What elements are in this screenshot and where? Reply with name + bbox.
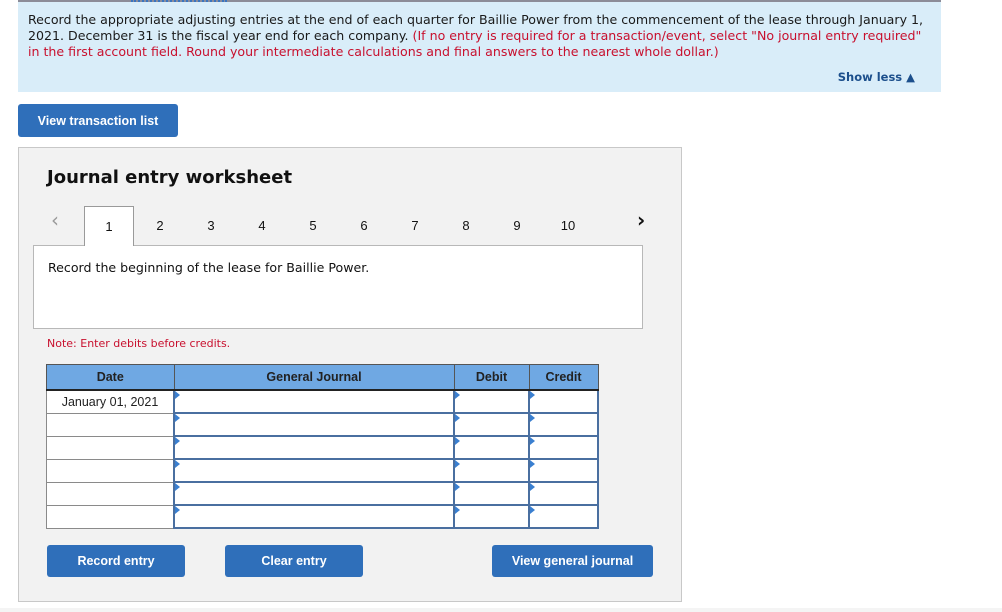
- table-row: [46, 504, 599, 529]
- tab-5[interactable]: 5: [288, 206, 338, 244]
- debit-input[interactable]: [455, 483, 528, 504]
- debit-input[interactable]: [455, 506, 528, 527]
- tab-1[interactable]: 1: [84, 206, 134, 246]
- entry-tabs: ‹ 1 2 3 4 5 6 7 8 9 10 ›: [19, 206, 683, 246]
- table-header-row: Date General Journal Debit Credit: [46, 364, 599, 391]
- journal-entry-worksheet: Journal entry worksheet ‹ 1 2 3 4 5 6 7 …: [18, 147, 682, 602]
- clear-entry-button[interactable]: Clear entry: [225, 545, 363, 577]
- account-cell[interactable]: [173, 412, 455, 437]
- debit-input[interactable]: [455, 437, 528, 458]
- tab-9[interactable]: 9: [492, 206, 542, 244]
- debit-input[interactable]: [455, 391, 528, 412]
- account-input[interactable]: [175, 437, 453, 458]
- credit-cell[interactable]: [528, 435, 599, 460]
- credit-input[interactable]: [530, 414, 597, 435]
- chevron-left-icon[interactable]: ‹: [51, 208, 59, 232]
- debit-cell[interactable]: [453, 435, 530, 460]
- account-cell[interactable]: [173, 389, 455, 414]
- debit-cell[interactable]: [453, 389, 530, 414]
- debit-cell[interactable]: [453, 481, 530, 506]
- account-input[interactable]: [175, 483, 453, 504]
- show-less-link[interactable]: Show less ▲: [838, 70, 915, 84]
- date-cell: January 01, 2021: [46, 389, 175, 414]
- journal-table: Date General Journal Debit Credit Januar…: [46, 364, 599, 529]
- table-row: [46, 481, 599, 506]
- credit-input[interactable]: [530, 460, 597, 481]
- entry-description-box: Record the beginning of the lease for Ba…: [33, 245, 643, 329]
- account-cell[interactable]: [173, 481, 455, 506]
- date-cell: [46, 412, 175, 437]
- record-entry-button[interactable]: Record entry: [47, 545, 185, 577]
- debit-input[interactable]: [455, 460, 528, 481]
- header-general-journal: General Journal: [173, 364, 455, 391]
- debit-input[interactable]: [455, 414, 528, 435]
- credit-input[interactable]: [530, 437, 597, 458]
- account-input[interactable]: [175, 506, 453, 527]
- chevron-right-icon[interactable]: ›: [637, 208, 645, 232]
- entry-description: Record the beginning of the lease for Ba…: [48, 260, 370, 275]
- table-row: [46, 435, 599, 460]
- tab-3[interactable]: 3: [186, 206, 236, 244]
- credit-cell[interactable]: [528, 458, 599, 483]
- tab-8[interactable]: 8: [441, 206, 491, 244]
- date-cell: [46, 504, 175, 529]
- debit-cell[interactable]: [453, 504, 530, 529]
- account-cell[interactable]: [173, 504, 455, 529]
- credit-input[interactable]: [530, 506, 597, 527]
- credit-input[interactable]: [530, 391, 597, 412]
- header-credit: Credit: [528, 364, 599, 391]
- account-input[interactable]: [175, 414, 453, 435]
- credit-cell[interactable]: [528, 389, 599, 414]
- tab-6[interactable]: 6: [339, 206, 389, 244]
- table-row: January 01, 2021: [46, 389, 599, 414]
- credit-cell[interactable]: [528, 412, 599, 437]
- instructions-panel: Record the appropriate adjusting entries…: [18, 0, 941, 92]
- debit-cell[interactable]: [453, 412, 530, 437]
- tab-7[interactable]: 7: [390, 206, 440, 244]
- credit-cell[interactable]: [528, 504, 599, 529]
- date-cell: [46, 435, 175, 460]
- tab-10[interactable]: 10: [543, 206, 593, 244]
- debit-cell[interactable]: [453, 458, 530, 483]
- instructions-text: Record the appropriate adjusting entries…: [28, 12, 933, 60]
- debit-credit-note: Note: Enter debits before credits.: [47, 337, 231, 350]
- header-date: Date: [46, 364, 175, 391]
- page-bottom-divider: [0, 608, 1002, 612]
- account-cell[interactable]: [173, 458, 455, 483]
- date-cell: [46, 458, 175, 483]
- account-input[interactable]: [175, 460, 453, 481]
- table-row: [46, 412, 599, 437]
- tab-4[interactable]: 4: [237, 206, 287, 244]
- account-cell[interactable]: [173, 435, 455, 460]
- view-general-journal-button[interactable]: View general journal: [492, 545, 653, 577]
- header-debit: Debit: [453, 364, 530, 391]
- view-transaction-list-button[interactable]: View transaction list: [18, 104, 178, 137]
- date-cell: [46, 481, 175, 506]
- focus-indicator: [131, 0, 227, 2]
- worksheet-title: Journal entry worksheet: [47, 167, 293, 188]
- credit-input[interactable]: [530, 483, 597, 504]
- account-input[interactable]: [175, 391, 453, 412]
- tab-2[interactable]: 2: [135, 206, 185, 244]
- credit-cell[interactable]: [528, 481, 599, 506]
- table-row: [46, 458, 599, 483]
